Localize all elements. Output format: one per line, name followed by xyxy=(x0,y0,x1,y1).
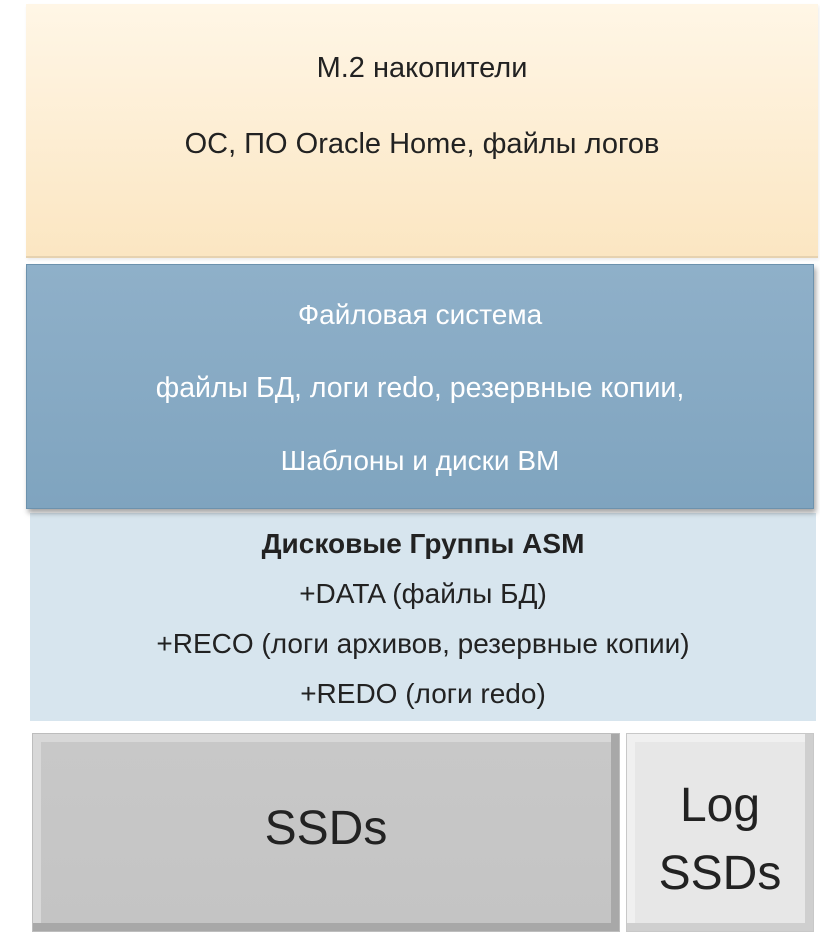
asm-disk-groups-layer: Дисковые Группы ASM +DATA (файлы БД) +RE… xyxy=(30,513,816,721)
asm-reco-line: +RECO (логи архивов, резервные копии) xyxy=(156,628,690,659)
asm-data-line: +DATA (файлы БД) xyxy=(299,578,547,609)
ssd-label: SSDs xyxy=(264,802,388,855)
filesystem-title: Файловая система xyxy=(297,299,543,330)
m2-storage-layer: M.2 накопители ОС, ПО Oracle Home, файлы… xyxy=(26,4,818,258)
m2-subtitle: ОС, ПО Oracle Home, файлы логов xyxy=(184,128,660,160)
log-ssd-block: Log SSDs xyxy=(626,733,814,932)
m2-title: M.2 накопители xyxy=(316,52,528,84)
ssd-block: SSDs xyxy=(32,733,620,932)
filesystem-line-1: файлы БД, логи redo, резервные копии, xyxy=(155,372,685,404)
filesystem-line-2: Шаблоны и диски ВМ xyxy=(280,445,560,476)
log-ssd-label-line-2: SSDs xyxy=(658,847,782,900)
log-ssd-label-line-1: Log xyxy=(679,779,761,832)
filesystem-layer: Файловая система файлы БД, логи redo, ре… xyxy=(26,264,814,509)
asm-title: Дисковые Группы ASM xyxy=(261,528,585,559)
asm-redo-line: +REDO (логи redo) xyxy=(300,678,546,709)
